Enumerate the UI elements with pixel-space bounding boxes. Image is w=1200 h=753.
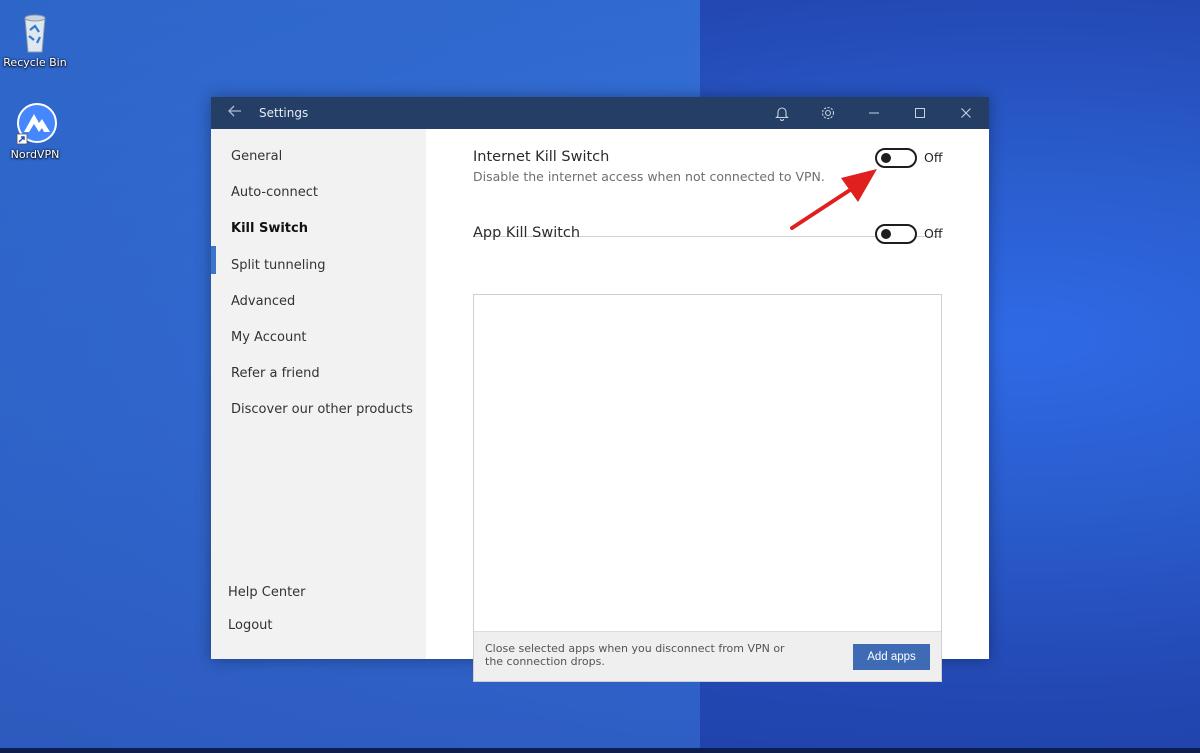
nordvpn-icon: [15, 102, 57, 146]
sidebar-item-advanced[interactable]: Advanced: [231, 294, 295, 309]
settings-sidebar: General Auto-connect Kill Switch Split t…: [211, 129, 426, 659]
close-icon[interactable]: [943, 97, 989, 129]
add-apps-button[interactable]: Add apps: [853, 644, 930, 670]
internet-kill-switch-description: Disable the internet access when not con…: [473, 169, 825, 184]
desktop-icon-label: Recycle Bin: [3, 56, 67, 69]
sidebar-item-kill-switch[interactable]: Kill Switch: [231, 221, 308, 236]
desktop-icon-recycle-bin[interactable]: Recycle Bin: [0, 10, 70, 69]
sidebar-item-refer-a-friend[interactable]: Refer a friend: [231, 366, 320, 381]
sidebar-item-general[interactable]: General: [231, 149, 282, 164]
internet-kill-switch-state: Off: [924, 150, 943, 165]
gear-icon[interactable]: [805, 97, 851, 129]
window-title: Settings: [259, 106, 309, 120]
annotation-arrow-icon: [790, 169, 877, 230]
sidebar-item-auto-connect[interactable]: Auto-connect: [231, 185, 318, 200]
bell-icon[interactable]: [759, 97, 805, 129]
back-arrow-icon[interactable]: [211, 105, 259, 121]
desktop-icon-nordvpn[interactable]: NordVPN: [0, 102, 70, 161]
app-list-box[interactable]: Close selected apps when you disconnect …: [473, 294, 942, 682]
kill-switch-panel: Internet Kill Switch Disable the interne…: [426, 129, 989, 682]
taskbar-edge: [0, 748, 1200, 753]
help-center-link[interactable]: Help Center: [228, 585, 306, 600]
sidebar-item-my-account[interactable]: My Account: [231, 330, 307, 345]
app-kill-switch-state: Off: [924, 226, 943, 241]
app-kill-switch-title: App Kill Switch: [473, 225, 581, 241]
logout-link[interactable]: Logout: [228, 618, 273, 633]
sidebar-item-split-tunneling[interactable]: Split tunneling: [231, 258, 326, 273]
app-list-footer-text: Close selected apps when you disconnect …: [485, 642, 785, 668]
app-list-footer: Close selected apps when you disconnect …: [474, 631, 941, 681]
title-bar: Settings: [211, 97, 989, 129]
recycle-bin-icon: [15, 10, 55, 54]
internet-kill-switch-title: Internet Kill Switch: [473, 149, 610, 165]
sidebar-item-discover-products[interactable]: Discover our other products: [231, 402, 413, 417]
desktop-icon-label: NordVPN: [10, 148, 60, 161]
minimize-icon[interactable]: [851, 97, 897, 129]
maximize-icon[interactable]: [897, 97, 943, 129]
active-nav-indicator: [211, 246, 216, 274]
